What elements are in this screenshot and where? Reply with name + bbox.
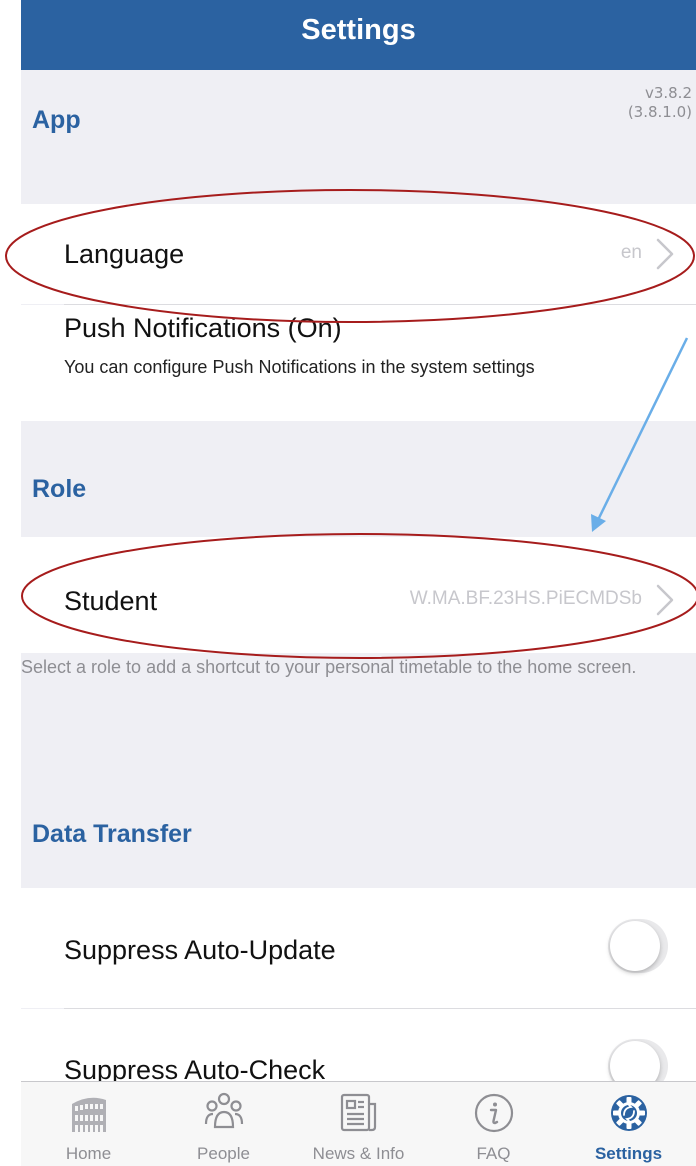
info-circle-icon bbox=[474, 1093, 513, 1133]
page-title: Settings bbox=[301, 14, 416, 46]
build-number: (3.8.1.0) bbox=[627, 103, 692, 121]
tab-label-settings: Settings bbox=[594, 1144, 663, 1163]
tab-people[interactable]: People bbox=[156, 1082, 291, 1166]
tab-settings[interactable]: Settings bbox=[561, 1082, 696, 1166]
suppress-auto-update-label: Suppress Auto-Update bbox=[64, 935, 336, 965]
role-footer-note: Select a role to add a shortcut to your … bbox=[21, 657, 637, 677]
role-label: Student bbox=[64, 586, 158, 616]
tab-news-info[interactable]: News & Info bbox=[291, 1082, 426, 1166]
role-row[interactable]: Student W.MA.BF.23HS.PiECMDSb bbox=[21, 537, 696, 653]
tab-bar: Home People News & Info FAQ Settings bbox=[21, 1081, 696, 1166]
role-value: W.MA.BF.23HS.PiECMDSb bbox=[409, 588, 642, 609]
version-info: v3.8.2 (3.8.1.0) bbox=[628, 84, 692, 122]
version-number: v3.8.2 bbox=[644, 84, 692, 102]
tab-home[interactable]: Home bbox=[21, 1082, 156, 1166]
section-title-data-transfer: Data Transfer bbox=[32, 820, 192, 848]
gear-icon bbox=[610, 1095, 647, 1131]
push-notifications-description: You can configure Push Notifications in … bbox=[64, 357, 535, 377]
section-title-app: App bbox=[32, 106, 81, 134]
tab-label-news-info: News & Info bbox=[312, 1144, 405, 1163]
suppress-auto-update-toggle[interactable] bbox=[608, 919, 668, 973]
toggle-knob bbox=[610, 921, 660, 971]
colosseum-icon bbox=[71, 1097, 106, 1132]
suppress-auto-check-row: Suppress Auto-Check bbox=[21, 1009, 696, 1093]
tab-label-faq: FAQ bbox=[476, 1144, 511, 1163]
language-row[interactable]: Language en bbox=[21, 204, 696, 304]
section-header-app: App v3.8.2 (3.8.1.0) bbox=[21, 70, 696, 204]
section-header-role: Role bbox=[21, 421, 696, 537]
chevron-right-icon bbox=[656, 238, 674, 270]
settings-screen: Settings App v3.8.2 (3.8.1.0) Language e… bbox=[21, 0, 696, 1166]
tab-faq[interactable]: FAQ bbox=[426, 1082, 561, 1166]
push-notifications-row: Push Notifications (On) You can configur… bbox=[21, 305, 696, 421]
section-header-data-transfer: Data Transfer bbox=[21, 760, 696, 888]
language-value: en bbox=[620, 242, 642, 263]
chevron-right-icon bbox=[656, 584, 674, 616]
push-notifications-label: Push Notifications (On) bbox=[64, 313, 342, 343]
people-icon bbox=[204, 1092, 243, 1129]
navigation-bar: Settings bbox=[21, 0, 696, 70]
suppress-auto-update-row: Suppress Auto-Update bbox=[21, 888, 696, 1008]
tab-label-people: People bbox=[197, 1144, 250, 1163]
newspaper-icon bbox=[340, 1093, 376, 1132]
language-label: Language bbox=[64, 239, 185, 269]
tab-label-home: Home bbox=[65, 1144, 112, 1163]
section-title-role: Role bbox=[32, 475, 87, 503]
